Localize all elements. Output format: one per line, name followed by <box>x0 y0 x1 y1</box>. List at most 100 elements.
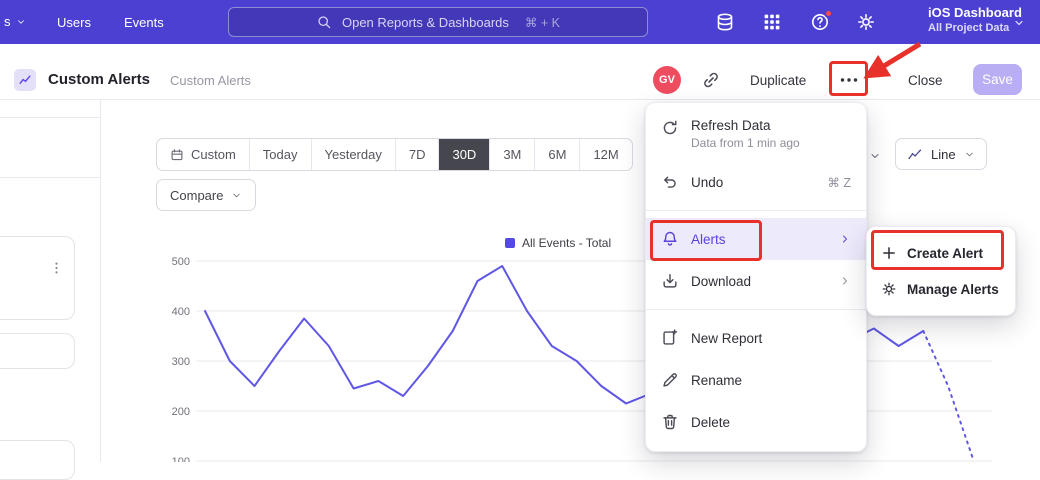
range-6m[interactable]: 6M <box>534 139 579 170</box>
project-switcher[interactable]: iOS Dashboard All Project Data <box>928 5 1022 34</box>
plus-icon <box>881 245 897 261</box>
gear-icon <box>881 281 897 297</box>
chevron-right-icon <box>839 275 851 287</box>
trash-icon <box>661 413 679 431</box>
notification-dot <box>824 9 833 18</box>
refresh-icon <box>661 119 679 137</box>
range-label: 30D <box>452 147 476 162</box>
rail-separator <box>0 177 100 178</box>
menu-item-new-report[interactable]: New Report <box>646 317 866 359</box>
rail-separator <box>0 117 100 118</box>
svg-text:400: 400 <box>172 306 190 318</box>
search-placeholder: Open Reports & Dashboards <box>342 15 509 30</box>
svg-text:300: 300 <box>172 356 190 368</box>
chevron-down-icon <box>964 149 975 160</box>
nav-item-partial[interactable]: s <box>4 14 26 29</box>
range-3m[interactable]: 3M <box>489 139 534 170</box>
search-shortcut: ⌘ + K <box>525 15 560 30</box>
menu-item-label: Delete <box>691 415 851 430</box>
nav-item-events[interactable]: Events <box>124 15 164 30</box>
menu-item-refresh-data[interactable]: Refresh Data Data from 1 min ago <box>646 109 866 161</box>
pencil-icon <box>661 371 679 389</box>
menu-item-label: New Report <box>691 331 851 346</box>
submenu-item-create-alert[interactable]: Create Alert <box>867 235 1015 271</box>
menu-item-label: Download <box>691 274 827 289</box>
help-icon[interactable] <box>810 12 830 32</box>
chart-type-selector[interactable]: Line <box>895 138 987 170</box>
menu-item-label: Refresh Data <box>691 118 851 133</box>
settings-gear-icon[interactable] <box>856 12 876 32</box>
range-yesterday[interactable]: Yesterday <box>311 139 395 170</box>
top-navbar: s Users Events Open Reports & Dashboards… <box>0 0 1040 44</box>
avatar[interactable]: GV <box>653 66 681 94</box>
search-icon <box>316 14 332 30</box>
page-title: Custom Alerts <box>48 71 150 88</box>
project-title: iOS Dashboard <box>928 5 1022 20</box>
menu-item-alerts[interactable]: Alerts <box>646 218 866 260</box>
project-subtitle: All Project Data <box>928 22 1022 34</box>
duplicate-button[interactable]: Duplicate <box>750 73 806 88</box>
download-icon <box>661 272 679 290</box>
menu-item-sublabel: Data from 1 min ago <box>691 136 851 150</box>
svg-text:100: 100 <box>172 456 190 462</box>
range-today[interactable]: Today <box>249 139 311 170</box>
mini-chart-icon <box>17 72 33 88</box>
undo-icon <box>661 173 679 191</box>
chevron-down-icon <box>16 17 26 27</box>
menu-item-shortcut: ⌘ Z <box>827 175 851 190</box>
menu-item-label: Alerts <box>691 232 827 247</box>
app-root: { "colors": { "navbar": "#4c40d2", "acce… <box>0 0 1040 462</box>
range-12m[interactable]: 12M <box>579 139 631 170</box>
nav-item-users[interactable]: Users <box>57 15 91 30</box>
context-menu: Refresh Data Data from 1 min ago Undo ⌘ Z Al… <box>645 102 867 452</box>
range-label: 3M <box>503 147 521 162</box>
apps-grid-icon[interactable] <box>762 12 782 32</box>
bell-icon <box>661 230 679 248</box>
save-button[interactable]: Save <box>973 64 1022 95</box>
chevron-down-icon <box>231 190 242 201</box>
submenu-item-label: Create Alert <box>907 246 983 261</box>
breadcrumb[interactable]: Custom Alerts <box>170 73 251 88</box>
line-chart-icon <box>907 146 923 162</box>
alerts-submenu: Create Alert Manage Alerts <box>866 226 1016 316</box>
collapsed-panel-card <box>0 333 75 369</box>
compare-button[interactable]: Compare <box>156 179 256 211</box>
menu-divider <box>646 309 866 310</box>
calendar-icon <box>170 148 184 162</box>
report-header: Custom Alerts Custom Alerts GV Duplicate… <box>0 44 1040 100</box>
collapsed-panel-card <box>0 440 75 480</box>
menu-item-label: Rename <box>691 373 851 388</box>
nav-partial-label: s <box>4 14 11 29</box>
data-management-icon[interactable] <box>715 12 735 32</box>
global-search[interactable]: Open Reports & Dashboards ⌘ + K <box>228 7 648 37</box>
range-label: Today <box>263 147 298 162</box>
report-type-badge <box>14 69 36 91</box>
svg-text:200: 200 <box>172 406 190 418</box>
new-report-icon <box>661 329 679 347</box>
project-chevron-icon[interactable] <box>1013 17 1025 29</box>
chart-type-label: Line <box>931 147 956 162</box>
date-range-control: Custom Today Yesterday 7D 30D 3M 6M 12M <box>156 138 633 171</box>
range-custom[interactable]: Custom <box>157 139 249 170</box>
menu-item-rename[interactable]: Rename <box>646 359 866 401</box>
submenu-item-label: Manage Alerts <box>907 282 999 297</box>
more-options-button[interactable] <box>837 70 861 90</box>
copy-link-icon[interactable] <box>701 70 721 90</box>
compare-label: Compare <box>170 188 223 203</box>
close-button[interactable]: Close <box>908 73 943 88</box>
menu-divider <box>646 210 866 211</box>
range-7d[interactable]: 7D <box>395 139 439 170</box>
range-label: Custom <box>191 147 236 162</box>
menu-item-delete[interactable]: Delete <box>646 401 866 443</box>
collapsed-control-chevron-icon[interactable] <box>869 150 881 162</box>
card-options-icon[interactable] <box>49 257 64 279</box>
menu-item-label: Undo <box>691 175 815 190</box>
submenu-item-manage-alerts[interactable]: Manage Alerts <box>867 271 1015 307</box>
menu-item-undo[interactable]: Undo ⌘ Z <box>646 161 866 203</box>
range-label: 6M <box>548 147 566 162</box>
menu-item-download[interactable]: Download <box>646 260 866 302</box>
range-label: 12M <box>593 147 618 162</box>
svg-text:500: 500 <box>172 256 190 268</box>
range-label: Yesterday <box>325 147 382 162</box>
range-30d[interactable]: 30D <box>438 139 489 170</box>
